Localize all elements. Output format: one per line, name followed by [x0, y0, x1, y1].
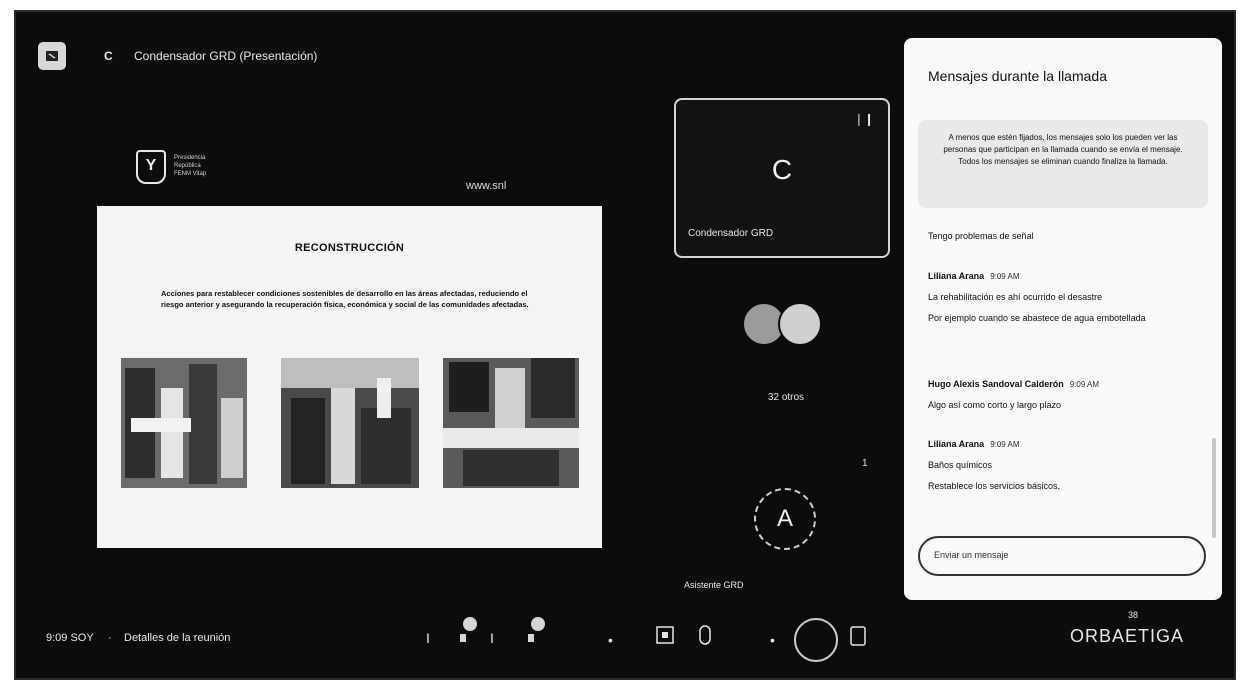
chat-notice: A menos que estén fijados, los mensajes …: [918, 120, 1208, 208]
participant-avatar-letter: C: [771, 154, 793, 185]
message-time: 9:09 AM: [1069, 380, 1100, 389]
chat-panel: Mensajes durante la llamada A menos que …: [904, 38, 1222, 600]
participant-count: 38: [1128, 610, 1139, 620]
chat-message: Liliana Arana 9:09 AM La rehabilitación e…: [928, 270, 1200, 325]
reaction-icon[interactable]: [698, 624, 712, 649]
hand-raise-icon[interactable]: •: [608, 632, 613, 648]
more-options-icon[interactable]: 1: [862, 458, 868, 469]
message-text: Baños químicos: [928, 460, 993, 470]
slide-body: Acciones para restablecer condiciones so…: [161, 289, 529, 309]
slide-photo: [443, 358, 579, 488]
assistant-name: Asistente GRD: [684, 580, 744, 590]
slide-org-text: Presidencia República FENM Vitap: [174, 155, 207, 177]
chat-message-input[interactable]: Enviar un mensaje: [918, 536, 1206, 576]
activities-icon[interactable]: [850, 626, 866, 649]
message-time: 9:09 AM: [990, 272, 1020, 281]
chat-title: Mensajes durante la llamada: [928, 68, 1107, 84]
slide-title: RECONSTRUCCIÓN: [294, 242, 405, 254]
message-sender: Liliana Arana: [928, 439, 985, 449]
participant-tile-presenter[interactable]: ❘❙ C Condensador GRD: [674, 98, 890, 258]
end-call-button[interactable]: [794, 618, 838, 662]
message-sender: Liliana Arana: [928, 271, 985, 281]
meeting-window: C Condensador GRD (Presentación) Y Presi…: [14, 10, 1236, 680]
other-participants-count[interactable]: 32 otros: [736, 392, 836, 403]
message-text: Tengo problemas de señal: [928, 231, 1034, 241]
chat-message: Tengo problemas de señal: [928, 230, 1200, 243]
message-text: La rehabilitación es ahí ocurrido el des…: [928, 292, 1103, 302]
presenter-initial: C: [104, 49, 113, 63]
shared-slide: RECONSTRUCCIÓN Acciones para restablecer…: [97, 206, 602, 548]
assistant-avatar[interactable]: A: [754, 488, 816, 550]
message-text: Restablece los servicios básicos.: [928, 481, 1061, 491]
slide-website: www.snl: [466, 180, 507, 192]
camera-icon[interactable]: [524, 616, 548, 649]
presentation-app-icon[interactable]: [38, 42, 66, 70]
slide-logo: Y: [136, 150, 166, 184]
slide-photo: [281, 358, 419, 488]
chat-message: Hugo Alexis Sandoval Calderón 9:09 AM Alg…: [928, 378, 1200, 412]
avatar: [778, 302, 822, 346]
message-sender: Hugo Alexis Sandoval Calderón: [928, 379, 1064, 389]
chat-scrollbar[interactable]: [1212, 438, 1216, 538]
presentation-title: Condensador GRD (Presentación): [134, 49, 318, 63]
participant-name: Condensador GRD: [688, 228, 774, 239]
message-text: Algo así como corto y largo plazo: [928, 400, 1062, 410]
chat-message: Liliana Arana 9:09 AM Baños químicos Rest…: [928, 438, 1200, 493]
slide-photo: [121, 358, 247, 488]
present-screen-icon[interactable]: [656, 626, 674, 647]
message-text: Por ejemplo cuando se abastece de agua e…: [928, 313, 1146, 323]
audio-indicator-icon: ❘❙: [853, 112, 874, 126]
meeting-clock: 9:09 SOY: [46, 632, 94, 644]
more-icon[interactable]: •: [770, 632, 775, 648]
message-time: 9:09 AM: [990, 440, 1020, 449]
corner-logo: ORBAETIGA: [1070, 626, 1185, 646]
microphone-icon[interactable]: [456, 616, 480, 649]
captions-icon[interactable]: I: [426, 630, 430, 646]
meeting-details-link[interactable]: Detalles de la reunión: [124, 632, 230, 644]
separator: ·: [108, 632, 112, 644]
captions-icon[interactable]: I: [490, 630, 494, 646]
